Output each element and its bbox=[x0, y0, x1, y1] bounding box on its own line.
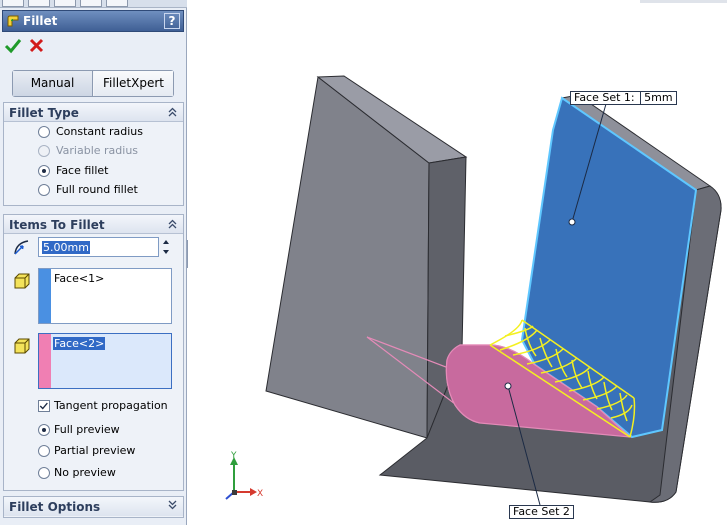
configuration-manager-tab[interactable] bbox=[54, 0, 76, 7]
collapse-chevron-icon[interactable] bbox=[166, 105, 179, 118]
face-set-1-list[interactable]: Face<1> bbox=[38, 268, 172, 324]
triad-y-label: Y bbox=[230, 451, 237, 461]
full-preview-label: Full preview bbox=[54, 423, 120, 436]
full-round-fillet-radio[interactable] bbox=[38, 184, 50, 196]
fillet-title-bar: Fillet ? bbox=[2, 10, 184, 32]
radius-spinner[interactable] bbox=[160, 237, 172, 257]
face-set-2-icon bbox=[14, 338, 30, 354]
face-set-1-callout[interactable]: Face Set 1: 5mm bbox=[570, 91, 677, 105]
checkmark-icon bbox=[39, 402, 48, 410]
face-fillet-radio[interactable] bbox=[38, 165, 50, 177]
face-fillet-label: Face fillet bbox=[56, 164, 109, 177]
no-preview-label: No preview bbox=[54, 466, 116, 479]
partial-preview-radio[interactable] bbox=[38, 445, 50, 457]
feature-manager-tab[interactable] bbox=[2, 0, 24, 7]
face-set-2-callout[interactable]: Face Set 2 bbox=[509, 505, 574, 519]
fillet-options-title: Fillet Options bbox=[9, 500, 101, 514]
no-preview-radio[interactable] bbox=[38, 467, 50, 479]
radius-icon bbox=[14, 240, 29, 255]
face-set-2-item[interactable]: Face<2> bbox=[53, 337, 106, 350]
mode-toggle: Manual FilletXpert bbox=[12, 70, 174, 97]
face-set-1-callout-value: 5mm bbox=[640, 91, 673, 104]
help-button[interactable]: ? bbox=[164, 13, 180, 29]
fillet-options-section: Fillet Options bbox=[3, 496, 184, 518]
graphics-area[interactable]: Y X Face Set 1: 5mm Face Set 2 bbox=[188, 0, 727, 525]
property-manager-panel: Fillet ? Manual FilletXpert Fillet Type … bbox=[0, 0, 187, 525]
cancel-x-icon[interactable] bbox=[28, 37, 46, 55]
face-set-1-callout-name: Face Set 1: bbox=[574, 91, 635, 104]
callout-1-anchor bbox=[568, 218, 576, 226]
radius-value[interactable]: 5.00mm bbox=[42, 241, 90, 254]
variable-radius-label: Variable radius bbox=[56, 144, 139, 157]
manual-tab[interactable]: Manual bbox=[13, 71, 93, 96]
full-preview-radio[interactable] bbox=[38, 424, 50, 436]
face-set-1-color bbox=[39, 269, 51, 323]
variable-radius-radio bbox=[38, 145, 50, 157]
constant-radius-radio[interactable] bbox=[38, 126, 50, 138]
dimxpert-manager-tab[interactable] bbox=[80, 0, 102, 7]
ok-checkmark-icon[interactable] bbox=[4, 37, 22, 55]
display-manager-tab[interactable] bbox=[106, 0, 128, 7]
items-to-fillet-title: Items To Fillet bbox=[9, 218, 105, 232]
tangent-propagation-label: Tangent propagation bbox=[54, 399, 168, 412]
fillet-type-title: Fillet Type bbox=[9, 106, 79, 120]
face-set-2-color bbox=[39, 334, 51, 388]
filletxpert-tab[interactable]: FilletXpert bbox=[94, 71, 173, 96]
full-round-fillet-label: Full round fillet bbox=[56, 183, 138, 196]
radius-input[interactable]: 5.00mm bbox=[38, 237, 159, 257]
partial-preview-label: Partial preview bbox=[54, 444, 136, 457]
part-model: Y X bbox=[225, 0, 727, 506]
manager-tab-strip bbox=[0, 0, 187, 8]
callout-2-anchor bbox=[504, 382, 512, 390]
fillet-type-section: Fillet Type Constant radius Variable rad… bbox=[3, 102, 184, 206]
tangent-propagation-checkbox[interactable] bbox=[38, 400, 50, 412]
face-set-1-item[interactable]: Face<1> bbox=[53, 272, 105, 285]
axis-triad-icon bbox=[225, 457, 257, 500]
face-set-1-icon bbox=[14, 273, 30, 289]
collapse-chevron-icon[interactable] bbox=[166, 217, 179, 230]
items-to-fillet-header[interactable]: Items To Fillet bbox=[4, 215, 183, 234]
fillet-feature-icon bbox=[7, 15, 19, 27]
property-manager-tab[interactable] bbox=[28, 0, 50, 7]
fillet-options-header[interactable]: Fillet Options bbox=[4, 497, 183, 516]
panel-title: Fillet bbox=[23, 14, 58, 28]
fillet-type-header[interactable]: Fillet Type bbox=[4, 103, 183, 122]
triad-x-label: X bbox=[257, 489, 263, 499]
expand-chevron-icon[interactable] bbox=[166, 499, 179, 512]
constant-radius-label: Constant radius bbox=[56, 125, 143, 138]
face-set-2-list[interactable]: Face<2> bbox=[38, 333, 172, 389]
toolbar-fragment bbox=[640, 0, 727, 3]
